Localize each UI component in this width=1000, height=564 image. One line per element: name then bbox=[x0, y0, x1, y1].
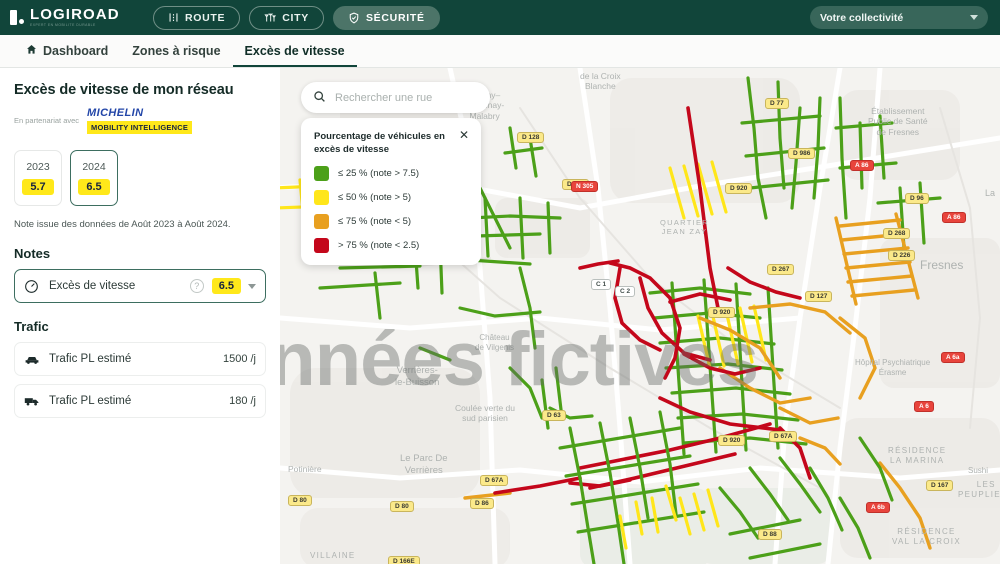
city-icon bbox=[264, 12, 277, 23]
legend-label-3: > 75 % (note < 2.5) bbox=[338, 239, 420, 251]
segment-route-label: ROUTE bbox=[185, 11, 226, 24]
tab-zones-a-risque[interactable]: Zones à risque bbox=[120, 36, 232, 67]
speeding-dashboard-page: LOGIROAD EXPERT EN MOBILITE DURABLE ROUT… bbox=[0, 0, 1000, 564]
home-icon bbox=[26, 44, 37, 58]
segment-city[interactable]: CITY bbox=[249, 5, 324, 30]
product-segment-group: ROUTE CITY SÉCURITÉ bbox=[153, 5, 440, 30]
notes-row-exces-de-vitesse[interactable]: Excès de vitesse ? 6.5 bbox=[14, 269, 266, 303]
tab-exces-de-vitesse-label: Excès de vitesse bbox=[244, 43, 345, 58]
year-card-2024[interactable]: 2024 6.5 bbox=[70, 150, 118, 206]
close-icon[interactable]: ✕ bbox=[459, 129, 469, 141]
segment-securite-label: SÉCURITÉ bbox=[365, 11, 425, 24]
tab-dashboard-label: Dashboard bbox=[43, 43, 109, 58]
mobility-intelligence-tag: MOBILITY INTELLIGENCE bbox=[87, 121, 193, 134]
top-bar: LOGIROAD EXPERT EN MOBILITE DURABLE ROUT… bbox=[0, 0, 1000, 35]
brand-name: LOGIROAD bbox=[30, 6, 120, 24]
legend-panel: Pourcentage de véhicules en excès de vit… bbox=[301, 118, 481, 265]
tab-zones-a-risque-label: Zones à risque bbox=[132, 43, 221, 58]
traffic-row-truck-label: Trafic PL estimé bbox=[49, 395, 132, 407]
notes-row-score: 6.5 bbox=[211, 278, 241, 294]
search-input[interactable] bbox=[335, 91, 478, 104]
truck-icon bbox=[24, 395, 46, 407]
brand-tagline: EXPERT EN MOBILITE DURABLE bbox=[30, 23, 96, 28]
legend-item-0[interactable]: ≤ 25 % (note > 7.5) bbox=[314, 165, 468, 181]
traffic-heading: Trafic bbox=[14, 319, 49, 334]
year-card-2023[interactable]: 2023 5.7 bbox=[14, 150, 62, 206]
tab-dashboard[interactable]: Dashboard bbox=[14, 36, 120, 67]
year-selector: 2023 5.7 2024 6.5 bbox=[14, 150, 266, 206]
legend-label-0: ≤ 25 % (note > 7.5) bbox=[338, 167, 419, 179]
logo-mark-icon bbox=[10, 10, 24, 25]
logiroad-logo[interactable]: LOGIROAD EXPERT EN MOBILITE DURABLE bbox=[10, 7, 135, 27]
page-title: Excès de vitesse de mon réseau bbox=[14, 82, 234, 98]
notes-heading: Notes bbox=[14, 246, 51, 261]
partner-row: En partenariat avec MICHELIN MOBILITY IN… bbox=[14, 107, 266, 134]
legend-swatch-2 bbox=[314, 213, 329, 229]
traffic-row-truck[interactable]: Trafic PL estimé 180 /j bbox=[14, 384, 266, 418]
year-card-2023-score: 5.7 bbox=[22, 179, 54, 195]
legend-label-1: ≤ 50 % (note > 5) bbox=[338, 191, 412, 203]
legend-item-1[interactable]: ≤ 50 % (note > 5) bbox=[314, 189, 468, 205]
partner-label: En partenariat avec bbox=[14, 116, 80, 125]
year-card-2023-label: 2023 bbox=[26, 161, 50, 173]
legend-item-2[interactable]: ≤ 75 % (note < 5) bbox=[314, 213, 468, 229]
road-icon bbox=[168, 12, 179, 23]
help-icon[interactable]: ? bbox=[189, 279, 204, 293]
chevron-down-icon bbox=[970, 15, 978, 20]
legend-title: Pourcentage de véhicules en excès de vit… bbox=[314, 131, 445, 155]
notes-row-label: Excès de vitesse bbox=[49, 280, 136, 292]
michelin-logo: MICHELIN bbox=[87, 107, 144, 119]
legend-item-list: ≤ 25 % (note > 7.5) ≤ 50 % (note > 5) ≤ 75… bbox=[314, 165, 468, 253]
speedometer-icon bbox=[24, 279, 46, 294]
legend-item-3[interactable]: > 75 % (note < 2.5) bbox=[314, 237, 468, 253]
year-card-2024-score: 6.5 bbox=[78, 179, 110, 195]
collectivity-selector[interactable]: Votre collectivité bbox=[810, 6, 988, 29]
data-source-note: Note issue des données de Août 2023 à Ao… bbox=[14, 219, 231, 230]
collectivity-label: Votre collectivité bbox=[820, 11, 904, 24]
shield-icon bbox=[348, 12, 360, 24]
year-card-2024-label: 2024 bbox=[82, 161, 106, 173]
tab-exces-de-vitesse[interactable]: Excès de vitesse bbox=[232, 36, 357, 67]
legend-swatch-1 bbox=[314, 189, 329, 205]
legend-swatch-3 bbox=[314, 237, 329, 253]
legend-label-2: ≤ 75 % (note < 5) bbox=[338, 215, 412, 227]
nav-tabs: Dashboard Zones à risque Excès de vitess… bbox=[0, 35, 1000, 68]
traffic-row-car[interactable]: Trafic PL estimé 1500 /j bbox=[14, 342, 266, 376]
car-icon bbox=[24, 353, 46, 365]
traffic-row-car-label: Trafic PL estimé bbox=[49, 353, 132, 365]
sidebar-panel: Excès de vitesse de mon réseau En parten… bbox=[0, 68, 280, 564]
legend-swatch-0 bbox=[314, 165, 329, 181]
traffic-row-truck-value: 180 /j bbox=[229, 395, 256, 407]
street-search-bar[interactable] bbox=[301, 82, 490, 113]
traffic-row-car-value: 1500 /j bbox=[222, 353, 256, 365]
segment-city-label: CITY bbox=[282, 11, 309, 24]
search-icon bbox=[313, 90, 326, 106]
segment-securite[interactable]: SÉCURITÉ bbox=[332, 5, 440, 30]
segment-route[interactable]: ROUTE bbox=[153, 5, 241, 30]
chevron-down-icon[interactable] bbox=[248, 283, 256, 289]
